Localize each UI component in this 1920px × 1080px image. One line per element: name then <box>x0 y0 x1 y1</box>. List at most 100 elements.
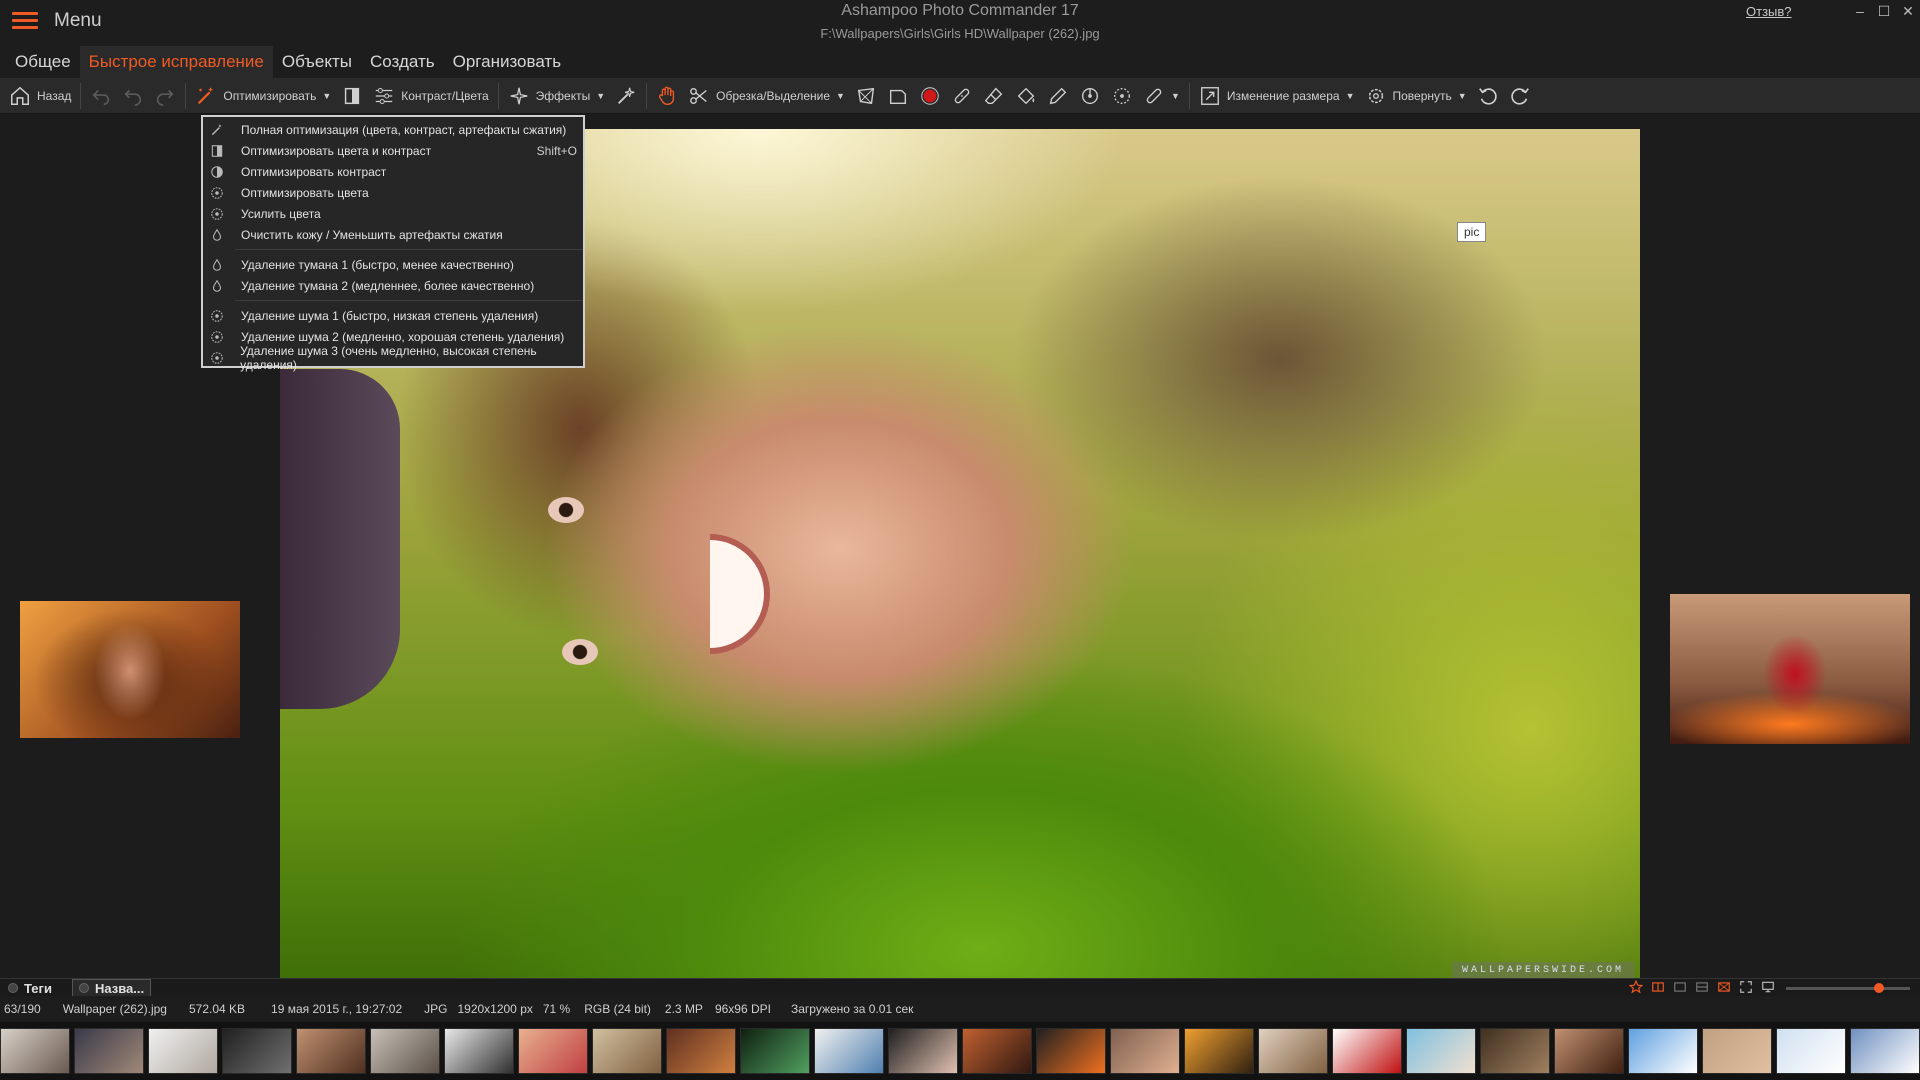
menu-item-label: Удаление шума 3 (очень медленно, высокая… <box>240 343 537 372</box>
filmstrip-thumbnail[interactable] <box>296 1028 366 1074</box>
fullscreen-icon[interactable] <box>1739 980 1753 994</box>
close-button[interactable]: ✕ <box>1896 0 1920 22</box>
magic-wand-icon <box>209 122 225 138</box>
tab-quick-fix[interactable]: Быстрое исправление <box>79 46 273 78</box>
menu-item-dehaze-1[interactable]: Удаление тумана 1 (быстро, менее качеств… <box>203 254 583 275</box>
filmstrip-thumbnail[interactable] <box>370 1028 440 1074</box>
filmstrip-thumbnail[interactable] <box>148 1028 218 1074</box>
filmstrip-thumbnail[interactable] <box>888 1028 958 1074</box>
compare-icon[interactable] <box>1651 980 1665 994</box>
contrast-colors-button[interactable]: Контраст/Цвета <box>368 81 493 111</box>
next-image-thumbnail[interactable] <box>1670 594 1910 744</box>
menu-item-denoise-1[interactable]: Удаление шума 1 (быстро, низкая степень … <box>203 305 583 326</box>
hand-tool-button[interactable] <box>651 81 683 111</box>
filmstrip-thumbnail[interactable] <box>1332 1028 1402 1074</box>
perspective-button[interactable] <box>850 81 882 111</box>
effects-button[interactable]: Эффекты ▼ <box>503 81 610 111</box>
menu-item-dehaze-2[interactable]: Удаление тумана 2 (медленнее, более каче… <box>203 275 583 296</box>
tilt-button[interactable] <box>1074 81 1106 111</box>
crop-select-button[interactable]: Обрезка/Выделение ▼ <box>683 81 850 111</box>
rotate-right-button[interactable] <box>1504 81 1536 111</box>
filmstrip-thumbnail[interactable] <box>74 1028 144 1074</box>
chevron-down-icon: ▼ <box>596 90 606 101</box>
undo-button[interactable] <box>117 81 149 111</box>
rotate-button[interactable]: Повернуть ▼ <box>1360 81 1472 111</box>
fill-button[interactable] <box>1010 81 1042 111</box>
monitor-icon[interactable] <box>1761 980 1775 994</box>
menu-item-enhance-colors[interactable]: Усилить цвета <box>203 203 583 224</box>
menu-item-optimize-contrast[interactable]: Оптимизировать контраст <box>203 161 583 182</box>
filmstrip-thumbnail[interactable] <box>1554 1028 1624 1074</box>
optimize-button[interactable]: Оптимизировать ▼ <box>190 81 336 111</box>
filmstrip-thumbnail[interactable] <box>1036 1028 1106 1074</box>
menu-item-label: Оптимизировать цвета и контраст <box>241 143 432 158</box>
feedback-link[interactable]: Отзыв? <box>1746 4 1792 19</box>
tab-tags-label: Теги <box>24 980 52 996</box>
menu-item-optimize-colors-contrast[interactable]: Оптимизировать цвета и контраст Shift+O <box>203 140 583 161</box>
resize-button[interactable]: Изменение размера ▼ <box>1194 81 1360 111</box>
menu-item-label: Удаление тумана 1 (быстро, менее качеств… <box>241 257 514 272</box>
filmstrip-thumbnail[interactable] <box>1480 1028 1550 1074</box>
menu-item-label: Полная оптимизация (цвета, контраст, арт… <box>241 122 567 137</box>
bandage-button[interactable] <box>946 81 978 111</box>
filmstrip-thumbnail[interactable] <box>518 1028 588 1074</box>
minimize-button[interactable]: – <box>1848 0 1872 22</box>
zoom-slider[interactable] <box>1786 983 1910 993</box>
retouch-button[interactable] <box>610 81 642 111</box>
status-bar: 63/190 Wallpaper (262).jpg 572.04 KB 19 … <box>0 996 1920 1022</box>
blur-button[interactable] <box>1106 81 1138 111</box>
zoom-slider-handle[interactable] <box>1874 983 1885 993</box>
filmstrip-thumbnail[interactable] <box>222 1028 292 1074</box>
redo-button[interactable] <box>149 81 181 111</box>
contrast-colors-label: Контраст/Цвета <box>401 88 489 103</box>
half-circle-icon <box>209 164 225 180</box>
filmstrip-thumbnail[interactable] <box>592 1028 662 1074</box>
toolbar-separator <box>185 82 187 109</box>
filmstrip-thumbnail[interactable] <box>1776 1028 1846 1074</box>
menu-item-denoise-3[interactable]: Удаление шума 3 (очень медленно, высокая… <box>203 344 583 372</box>
tag-dot-icon <box>79 983 89 993</box>
sparkle-icon <box>510 87 528 104</box>
optimize-dropdown-menu: Полная оптимизация (цвета, контраст, арт… <box>201 115 585 372</box>
filmstrip-thumbnail[interactable] <box>1110 1028 1180 1074</box>
rotate-left-button[interactable] <box>1472 81 1504 111</box>
menu-item-label: Удаление тумана 2 (медленнее, более каче… <box>241 278 535 293</box>
filmstrip-thumbnail[interactable] <box>1184 1028 1254 1074</box>
tab-tags[interactable]: Теги <box>2 979 58 997</box>
filmstrip-thumbnail[interactable] <box>1258 1028 1328 1074</box>
filmstrip-thumbnail[interactable] <box>1850 1028 1920 1074</box>
tab-name[interactable]: Назва... <box>72 979 152 997</box>
menu-item-optimize-colors[interactable]: Оптимизировать цвета <box>203 182 583 203</box>
tab-organize[interactable]: Организовать <box>444 46 570 78</box>
menu-item-full-optimization[interactable]: Полная оптимизация (цвета, контраст, арт… <box>203 119 583 140</box>
filmstrip-thumbnail[interactable] <box>814 1028 884 1074</box>
filmstrip-thumbnail[interactable] <box>1406 1028 1476 1074</box>
split-icon[interactable] <box>1717 980 1731 994</box>
straighten-button[interactable] <box>882 81 914 111</box>
filmstrip-thumbnail[interactable] <box>0 1028 70 1074</box>
filmstrip-thumbnail[interactable] <box>666 1028 736 1074</box>
filmstrip[interactable] <box>0 1022 1920 1080</box>
filmstrip-thumbnail[interactable] <box>444 1028 514 1074</box>
red-eye-button[interactable] <box>914 81 946 111</box>
filmstrip-thumbnail[interactable] <box>740 1028 810 1074</box>
eraser-button[interactable] <box>978 81 1010 111</box>
layout-icon[interactable] <box>1695 980 1709 994</box>
pencil-button[interactable] <box>1042 81 1074 111</box>
back-button[interactable]: Назад <box>4 81 76 111</box>
menu-item-clean-skin[interactable]: Очистить кожу / Уменьшить артефакты сжат… <box>203 224 583 245</box>
clone-button[interactable]: ▼ <box>1138 81 1185 111</box>
tab-create[interactable]: Создать <box>361 46 444 78</box>
maximize-button[interactable]: ☐ <box>1872 0 1896 22</box>
drop-icon <box>209 278 225 294</box>
filmstrip-thumbnail[interactable] <box>1628 1028 1698 1074</box>
undo-all-button[interactable] <box>85 81 117 111</box>
star-icon[interactable] <box>1628 979 1644 994</box>
auto-contrast-button[interactable] <box>336 81 368 111</box>
previous-image-thumbnail[interactable] <box>20 601 240 738</box>
filmstrip-thumbnail[interactable] <box>962 1028 1032 1074</box>
tab-objects[interactable]: Объекты <box>273 46 361 78</box>
grid-icon[interactable] <box>1673 980 1687 994</box>
tab-general[interactable]: Общее <box>6 46 80 78</box>
filmstrip-thumbnail[interactable] <box>1702 1028 1772 1074</box>
